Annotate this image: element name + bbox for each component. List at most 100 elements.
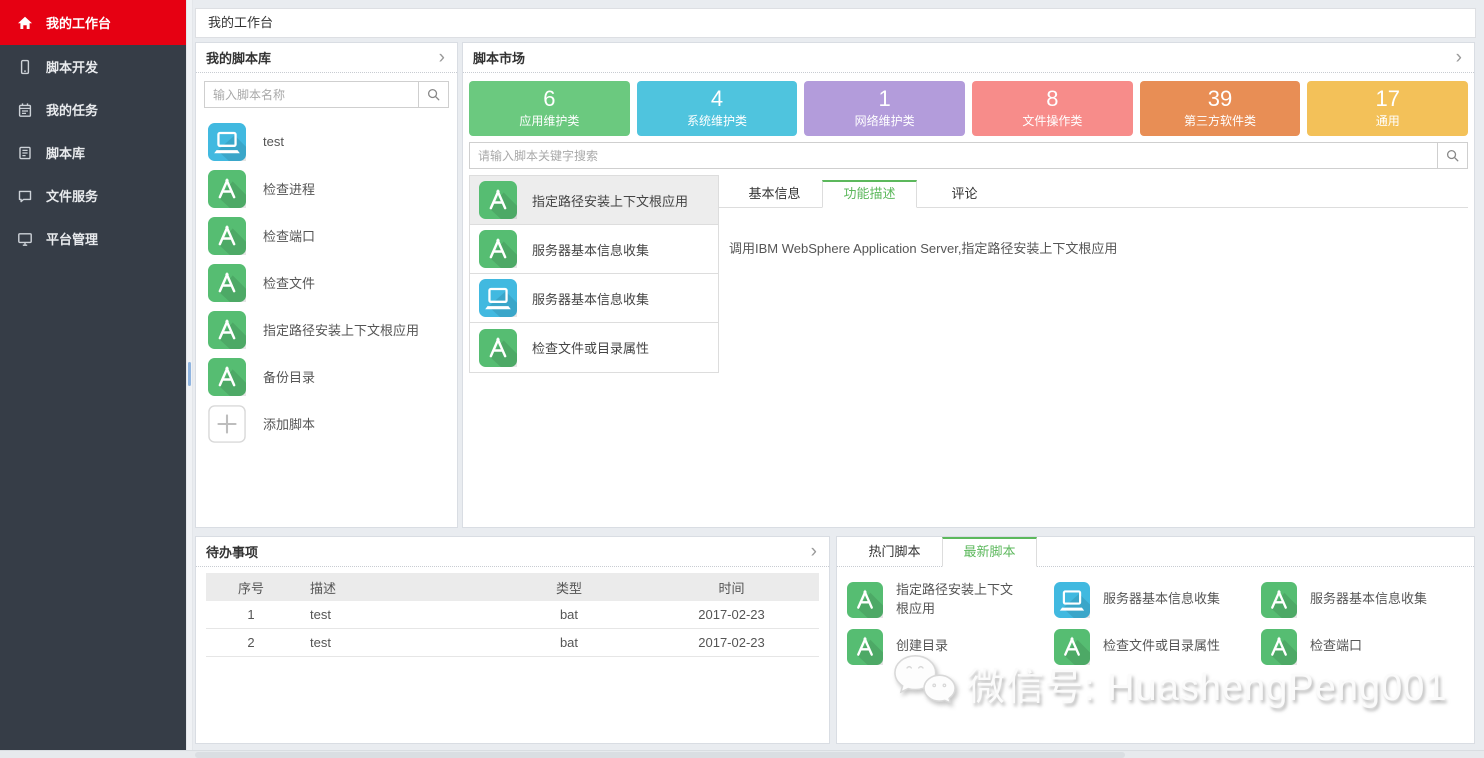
sidebar-item-my-tasks[interactable]: 我的任务 [0,88,186,131]
script-description: 调用IBM WebSphere Application Server,指定路径安… [719,208,1468,287]
sidebar-item-script-library[interactable]: 脚本库 [0,131,186,174]
script-item[interactable]: 检查进程 [196,165,457,212]
latest-script-label: 检查端口 [1310,637,1362,656]
category-card[interactable]: 6 应用维护类 [469,81,630,136]
latest-script-item[interactable]: 服务器基本信息收集 [1054,581,1257,619]
category-card[interactable]: 4 系统维护类 [637,81,798,136]
monitor-icon [17,231,33,247]
app-icon-green [208,170,246,208]
chat-icon [17,188,33,204]
script-item[interactable]: 检查端口 [196,212,457,259]
todo-row[interactable]: 2testbat2017-02-23 [206,629,819,657]
category-label: 通用 [1307,113,1468,129]
script-item-label: test [263,134,284,149]
market-search-input[interactable] [470,143,1437,168]
sidebar-item-script-dev[interactable]: 脚本开发 [0,45,186,88]
sidebar-item-label: 文件服务 [46,186,98,205]
tab-latest-scripts[interactable]: 最新脚本 [942,537,1037,567]
todo-column-header: 时间 [644,578,819,597]
category-cards: 6 应用维护类 4 系统维护类 1 网络维护类 8 文件操作类 39 第三方软件… [469,81,1468,136]
chevron-right-icon[interactable]: › [811,542,819,561]
screen: 我的工作台 脚本开发 我的任务 脚本库 文件服务 平台管理 我的工作台 我的脚本… [0,0,1484,758]
market-script-item[interactable]: 服务器基本信息收集 [470,274,718,323]
latest-script-label: 创建目录 [896,637,948,656]
tab-hot-scripts[interactable]: 热门脚本 [847,537,942,566]
market-script-item[interactable]: 服务器基本信息收集 [470,225,718,274]
latest-script-item[interactable]: 指定路径安装上下文根应用 [847,581,1050,619]
app-icon-green [479,230,517,268]
home-icon [17,15,33,31]
category-card[interactable]: 17 通用 [1307,81,1468,136]
sidebar-item-label: 我的任务 [46,100,98,119]
latest-script-item[interactable]: 检查端口 [1261,629,1464,665]
horizontal-scrollbar[interactable] [0,750,1484,758]
breadcrumb-bar: 我的工作台 [195,8,1476,38]
todo-cell: 2017-02-23 [644,635,819,650]
panel-todo: 待办事项 › 序号描述类型时间1testbat2017-02-232testba… [195,536,830,744]
sidebar-item-file-service[interactable]: 文件服务 [0,174,186,217]
todo-cell: 2 [206,635,296,650]
category-card[interactable]: 1 网络维护类 [804,81,965,136]
category-label: 第三方软件类 [1140,113,1301,129]
category-label: 网络维护类 [804,113,965,129]
panel-my-scripts: 我的脚本库 › test 检查进程 检查端口 检查文件 指定路径安装上下文根应用 [195,42,458,528]
sidebar-item-platform-admin[interactable]: 平台管理 [0,217,186,260]
market-script-label: 服务器基本信息收集 [532,240,649,259]
sidebar-splitter[interactable] [186,0,193,750]
scrollbar-thumb[interactable] [195,752,1125,758]
latest-tabs: 热门脚本最新脚本 [837,537,1474,567]
todo-column-header: 描述 [296,578,494,597]
todo-cell: test [296,635,494,650]
category-card[interactable]: 8 文件操作类 [972,81,1133,136]
script-item-label: 指定路径安装上下文根应用 [263,320,419,339]
app-icon-green [208,358,246,396]
app-icon-green [479,181,517,219]
script-item[interactable]: 备份目录 [196,353,457,400]
market-header: 脚本市场 › [463,43,1474,73]
calendar-icon [17,102,33,118]
script-item[interactable]: 检查文件 [196,259,457,306]
latest-script-label: 指定路径安装上下文根应用 [896,581,1024,619]
splitter-handle-icon[interactable] [188,362,191,386]
market-script-item[interactable]: 指定路径安装上下文根应用 [470,176,718,225]
todo-cell: bat [494,607,644,622]
todo-title: 待办事项 [206,542,258,561]
category-card[interactable]: 39 第三方软件类 [1140,81,1301,136]
tab-comments[interactable]: 评论 [917,180,1012,207]
chevron-right-icon[interactable]: › [1456,48,1464,67]
chevron-right-icon[interactable]: › [439,48,447,67]
latest-script-item[interactable]: 服务器基本信息收集 [1261,581,1464,619]
market-body: 指定路径安装上下文根应用 服务器基本信息收集 服务器基本信息收集 检查文件或目录… [469,175,1468,373]
sidebar-item-label: 我的工作台 [46,13,111,32]
script-item[interactable]: test [196,118,457,165]
category-count: 8 [972,81,1133,113]
tab-basic-info[interactable]: 基本信息 [727,180,822,207]
script-item-label: 检查进程 [263,179,315,198]
todo-column-header: 类型 [494,578,644,597]
laptop-icon-blue [208,123,246,161]
latest-script-item[interactable]: 创建目录 [847,629,1050,665]
market-script-item[interactable]: 检查文件或目录属性 [470,323,718,372]
latest-script-item[interactable]: 检查文件或目录属性 [1054,629,1257,665]
latest-script-grid: 指定路径安装上下文根应用 服务器基本信息收集 服务器基本信息收集 创建目录 检查… [837,567,1474,679]
laptop-icon-blue [479,279,517,317]
todo-row[interactable]: 1testbat2017-02-23 [206,601,819,629]
app-icon-green [1261,582,1297,618]
todo-cell: test [296,607,494,622]
app-icon-green [847,629,883,665]
sidebar-item-label: 脚本库 [46,143,85,162]
script-item[interactable]: 指定路径安装上下文根应用 [196,306,457,353]
category-label: 应用维护类 [469,113,630,129]
todo-header: 待办事项 › [196,537,829,567]
search-icon[interactable] [1437,143,1467,168]
sidebar-item-workbench[interactable]: 我的工作台 [0,0,186,45]
tab-feature-desc[interactable]: 功能描述 [822,180,917,208]
script-item-label: 备份目录 [263,367,315,386]
latest-script-label: 服务器基本信息收集 [1310,590,1427,609]
category-count: 39 [1140,81,1301,113]
my-scripts-search-input[interactable] [205,82,418,107]
latest-script-label: 服务器基本信息收集 [1103,590,1220,609]
market-script-label: 检查文件或目录属性 [532,338,649,357]
search-icon[interactable] [418,82,448,107]
script-item[interactable]: 添加脚本 [196,400,457,447]
